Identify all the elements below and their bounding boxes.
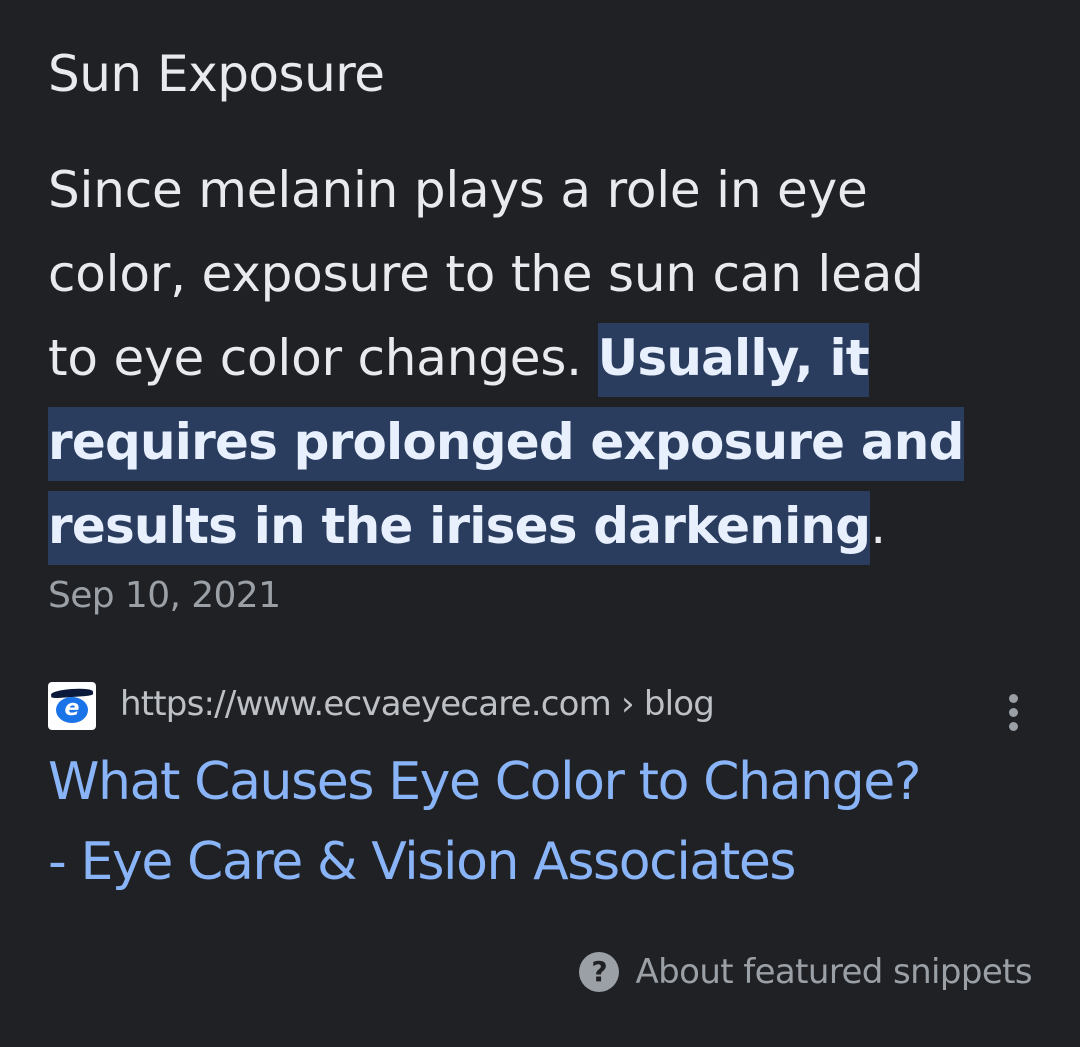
- help-circle-icon: ?: [579, 952, 620, 992]
- logo-letter: e: [56, 697, 88, 723]
- snippet-heading: Sun Exposure: [48, 45, 385, 103]
- about-featured-snippets-label: About featured snippets: [635, 952, 1032, 992]
- more-dot: [1009, 722, 1018, 731]
- about-featured-snippets-button[interactable]: ? About featured snippets: [579, 948, 1033, 996]
- snippet-highlight: requires prolonged exposure and: [48, 407, 964, 481]
- snippet-line: color, exposure to the sun can lead: [48, 245, 924, 303]
- snippet-line: Since melanin plays a role in eye: [48, 161, 868, 219]
- snippet-plain-text: to eye color changes.: [48, 329, 598, 387]
- snippet-text: Since melanin plays a role in eye color,…: [48, 148, 1028, 568]
- more-dot: [1009, 708, 1018, 717]
- snippet-line: to eye color changes. Usually, it: [48, 316, 1028, 400]
- result-title-line[interactable]: What Causes Eye Color to Change?: [48, 742, 1048, 822]
- snippet-line: results in the irises darkening.: [48, 484, 1028, 568]
- result-title-line[interactable]: - Eye Care & Vision Associates: [48, 822, 1048, 902]
- result-source[interactable]: e https://www.ecvaeyecare.com › blog: [48, 680, 1038, 731]
- snippet-date: Sep 10, 2021: [48, 575, 281, 616]
- more-vert-icon[interactable]: [994, 690, 1034, 734]
- snippet-highlight: results in the irises darkening: [48, 491, 871, 565]
- result-title-link[interactable]: What Causes Eye Color to Change? - Eye C…: [48, 742, 1048, 902]
- snippet-period: .: [870, 497, 886, 555]
- snippet-line: requires prolonged exposure and: [48, 400, 1028, 484]
- result-url[interactable]: https://www.ecvaeyecare.com › blog: [120, 680, 715, 728]
- snippet-highlight: Usually, it: [597, 323, 870, 397]
- more-dot: [1009, 694, 1018, 703]
- ecva-eye-logo-icon: e: [48, 682, 96, 730]
